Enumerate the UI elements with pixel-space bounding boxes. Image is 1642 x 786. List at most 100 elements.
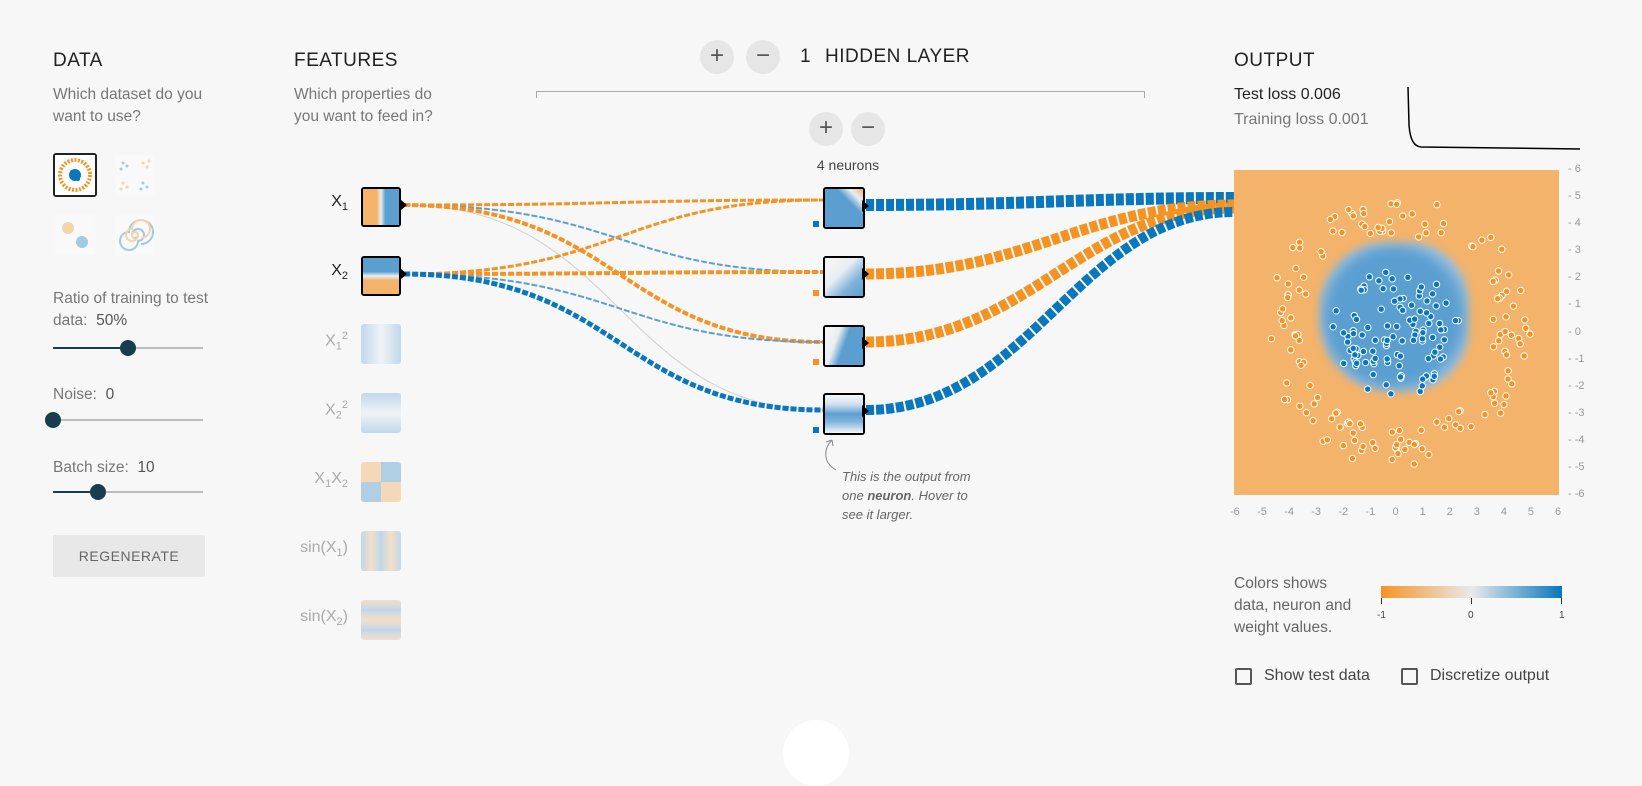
data-point: [1283, 293, 1292, 302]
data-point: [1425, 450, 1433, 459]
data-point: [1371, 336, 1379, 344]
data-point: [1313, 393, 1322, 402]
y-tick-label: - 4: [1568, 217, 1581, 230]
y-tick-label: - -5: [1568, 460, 1585, 473]
data-point: [1423, 297, 1431, 305]
x-tick-label: -2: [1338, 506, 1349, 518]
data-point: [1516, 286, 1525, 295]
data-point: [1351, 351, 1359, 359]
x-tick-label: 6: [1555, 506, 1562, 518]
data-point: [1509, 302, 1518, 310]
data-point: [1414, 233, 1423, 241]
data-point: [1349, 329, 1358, 338]
data-point: [1496, 409, 1505, 417]
x-tick-label: 0: [1392, 506, 1399, 518]
x-tick-label: 5: [1527, 506, 1535, 518]
neuron-4-bias[interactable]: [813, 427, 819, 433]
data-point: [1432, 302, 1440, 310]
data-point: [1292, 264, 1300, 273]
data-point: [1361, 358, 1370, 367]
data-point: [1388, 275, 1396, 283]
data-point: [1416, 307, 1424, 316]
data-point: [1374, 223, 1382, 232]
data-point: [1369, 438, 1377, 447]
discretize-output-checkbox[interactable]: [1401, 668, 1418, 685]
play-button-partial[interactable]: [783, 720, 849, 786]
x-tick-label: -6: [1230, 506, 1240, 518]
data-point: [1287, 346, 1295, 354]
data-point: [1419, 328, 1427, 337]
show-test-data-checkbox[interactable]: [1235, 668, 1252, 685]
legend-tick-mid: 0: [1468, 610, 1474, 621]
test-loss-value: 0.006: [1300, 86, 1341, 103]
training-loss: Training loss 0.001: [1234, 111, 1369, 129]
data-point: [1522, 324, 1530, 332]
test-loss-label: Test loss: [1234, 86, 1297, 103]
training-loss-value: 0.001: [1328, 111, 1369, 128]
data-point: [1343, 338, 1352, 346]
data-point: [1349, 212, 1357, 220]
data-point: [1278, 316, 1286, 325]
data-point: [1467, 422, 1475, 431]
data-point: [1369, 370, 1377, 379]
data-point: [1399, 212, 1407, 220]
data-point: [1396, 373, 1405, 381]
data-point: [1432, 280, 1441, 289]
data-point: [1301, 290, 1310, 298]
data-point: [1487, 389, 1495, 397]
y-tick-label: - 2: [1568, 271, 1581, 284]
output-title: OUTPUT: [1234, 50, 1316, 71]
data-point: [1352, 315, 1361, 324]
legend-tick-mark-left: [1381, 598, 1382, 604]
data-point: [1508, 380, 1516, 388]
neuron-4[interactable]: [823, 393, 865, 435]
output-heatmap[interactable]: [1234, 170, 1559, 495]
data-point: [1336, 423, 1344, 431]
data-point: [1494, 267, 1503, 275]
data-point: [1327, 415, 1336, 423]
data-point: [1526, 330, 1534, 338]
data-point: [1366, 229, 1375, 238]
y-tick-label: - -1: [1568, 352, 1585, 365]
data-point: [1418, 445, 1426, 453]
data-point: [1383, 336, 1391, 345]
data-point: [1300, 273, 1308, 281]
color-legend-bar: [1381, 586, 1562, 598]
data-point: [1437, 228, 1445, 237]
data-point: [1401, 445, 1409, 454]
neuron-1-arrow-tip: [862, 200, 869, 212]
neuron-1-bias[interactable]: [813, 221, 819, 227]
data-point: [1340, 359, 1348, 368]
data-point: [1389, 285, 1398, 293]
y-tick-label: - 3: [1568, 244, 1581, 257]
x-tick-label: 4: [1500, 506, 1507, 518]
data-point: [1357, 286, 1365, 294]
neuron-2[interactable]: [823, 256, 865, 298]
data-point: [1418, 382, 1426, 390]
y-tick-label: - -4: [1568, 433, 1585, 446]
data-point: [1365, 273, 1374, 281]
x1-arrow-tip: [401, 200, 407, 210]
neuron-3[interactable]: [823, 325, 865, 367]
neuron-3-bias[interactable]: [813, 359, 819, 365]
data-point: [1396, 352, 1405, 360]
y-tick-label: - -6: [1568, 488, 1585, 500]
data-point: [1346, 419, 1354, 428]
data-point: [1489, 343, 1498, 351]
data-point: [1455, 407, 1463, 416]
data-point: [1393, 322, 1401, 331]
data-point: [1393, 441, 1401, 449]
y-tick-label: - 5: [1568, 190, 1581, 203]
neuron-2-bias[interactable]: [813, 290, 819, 296]
data-point: [1425, 319, 1433, 328]
note-bold: neuron: [867, 488, 912, 503]
x2-arrow-tip: [401, 269, 407, 279]
data-point: [1302, 409, 1311, 417]
data-point: [1267, 335, 1276, 343]
data-point: [1440, 423, 1449, 431]
data-point: [1436, 343, 1444, 351]
data-point: [1339, 329, 1348, 337]
data-point: [1408, 210, 1416, 218]
neuron-1[interactable]: [823, 187, 865, 229]
data-point: [1389, 332, 1397, 341]
